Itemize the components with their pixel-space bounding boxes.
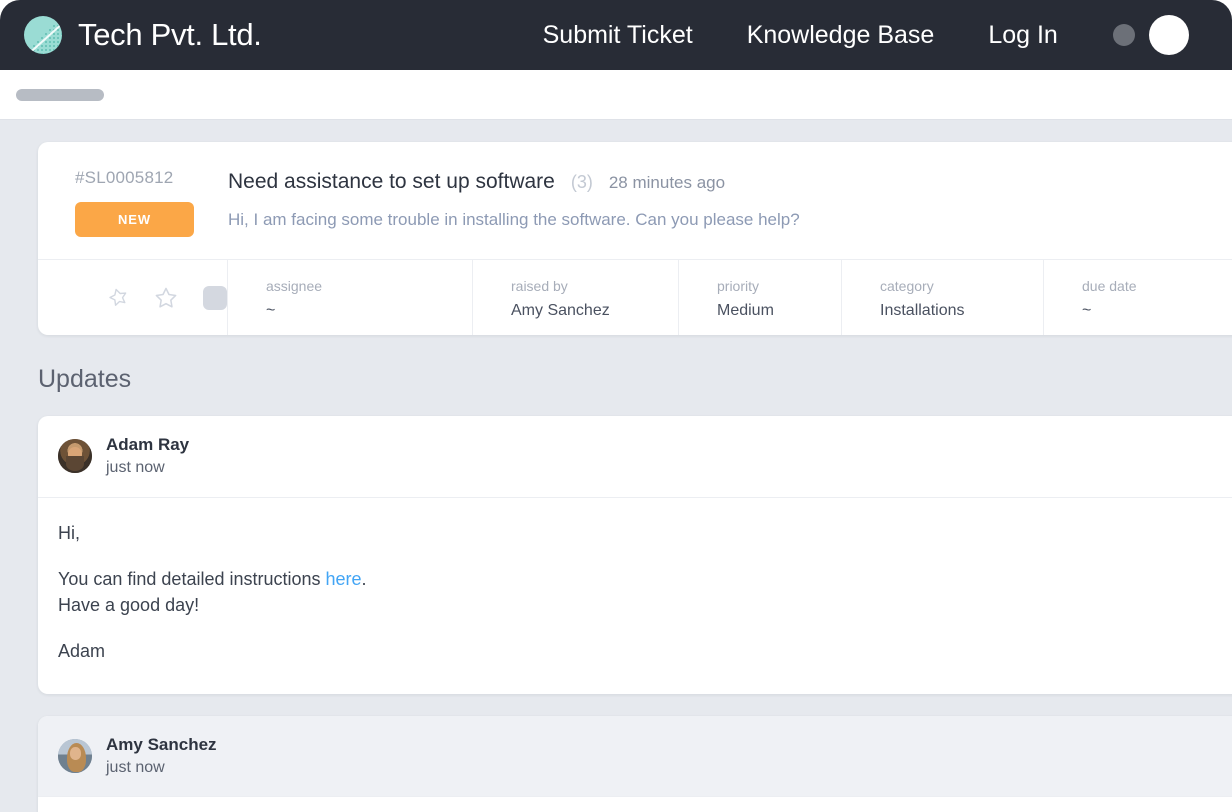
ticket-actions: [38, 260, 228, 335]
update-author: Amy Sanchez: [106, 734, 217, 754]
update-header: Amy Sanchez just now: [38, 715, 1232, 798]
meta-category[interactable]: category Installations: [842, 260, 1044, 335]
meta-label-category: category: [880, 278, 934, 294]
update-line-1: You can find detailed instructions here.: [58, 566, 1232, 592]
star-icon[interactable]: [153, 285, 179, 311]
ticket-description: Hi, I am facing some trouble in installi…: [228, 210, 800, 229]
nav-log-in[interactable]: Log In: [988, 21, 1058, 50]
placeholder-skeleton[interactable]: [203, 285, 227, 310]
meta-label-assignee: assignee: [266, 278, 323, 294]
ticket-meta-row: assignee ~ raised by Amy Sanchez priorit…: [38, 259, 1232, 335]
page-content: #SL0005812 NEW Need assistance to set up…: [0, 120, 1232, 812]
ticket-card: #SL0005812 NEW Need assistance to set up…: [38, 142, 1232, 335]
update-author: Adam Ray: [106, 435, 190, 454]
list-item: Adam Ray just now Hi, You can find detai…: [38, 416, 1232, 694]
update-line-1-before: You can find detailed instructions: [58, 568, 326, 589]
breadcrumb-bar: [0, 70, 1232, 120]
updates-heading: Updates: [38, 365, 132, 393]
logo-dots: [24, 16, 62, 54]
meta-value-due-date: ~: [1082, 302, 1092, 319]
meta-raised-by[interactable]: raised by Amy Sanchez: [473, 260, 679, 335]
meta-value-category: Installations: [880, 302, 965, 319]
update-line-1-after: .: [361, 568, 367, 589]
meta-due-date[interactable]: due date ~: [1044, 260, 1232, 335]
ticket-header: #SL0005812 NEW Need assistance to set up…: [38, 142, 1232, 259]
breadcrumb[interactable]: [16, 88, 104, 101]
nav-knowledge-base[interactable]: Knowledge Base: [747, 21, 935, 50]
pin-icon[interactable]: [104, 285, 129, 311]
meta-value-assignee: ~: [266, 302, 276, 319]
list-item: Amy Sanchez just now Hi,: [38, 715, 1232, 812]
ticket-main: Need assistance to set up software (3) 2…: [228, 168, 800, 237]
update-header: Adam Ray just now: [38, 416, 1232, 498]
avatar-adam-ray[interactable]: [58, 439, 92, 474]
nav-submit-ticket[interactable]: Submit Ticket: [543, 21, 693, 50]
app-window: Tech Pvt. Ltd. Submit Ticket Knowledge B…: [0, 0, 1232, 812]
status-badge[interactable]: NEW: [75, 202, 194, 237]
meta-label-raised-by: raised by: [511, 278, 568, 294]
update-author-block: Adam Ray just now: [106, 434, 189, 479]
notification-dot-icon[interactable]: [1112, 24, 1135, 46]
page-title[interactable]: Need assistance to set up software: [228, 170, 555, 194]
ticket-reply-count: (3): [570, 172, 593, 192]
nav-right-group: [1112, 15, 1189, 55]
meta-priority[interactable]: priority Medium: [679, 260, 842, 335]
brand-name: Tech Pvt. Ltd.: [78, 17, 262, 52]
update-timestamp: just now: [106, 758, 165, 776]
update-line-2: Have a good day!: [58, 594, 200, 615]
meta-value-priority: Medium: [717, 302, 774, 319]
meta-assignee[interactable]: assignee ~: [228, 260, 473, 335]
brand[interactable]: Tech Pvt. Ltd.: [24, 16, 262, 54]
primary-nav: Submit Ticket Knowledge Base Log In: [543, 21, 1058, 50]
update-body: Hi,: [38, 797, 1232, 812]
update-greeting: Hi,: [58, 522, 80, 543]
circle-logo-icon: [24, 16, 62, 54]
ticket-id: #SL0005812: [75, 168, 174, 187]
avatar[interactable]: [1148, 15, 1189, 55]
update-signature: Adam: [58, 640, 106, 661]
update-timestamp: just now: [106, 458, 165, 476]
meta-label-due-date: due date: [1082, 278, 1137, 294]
ticket-timestamp: 28 minutes ago: [608, 173, 726, 192]
meta-label-priority: priority: [717, 278, 760, 294]
meta-value-raised-by: Amy Sanchez: [511, 302, 610, 319]
avatar-face: [70, 747, 82, 760]
avatar-amy-sanchez[interactable]: [58, 739, 92, 774]
instructions-link[interactable]: here: [326, 569, 362, 589]
ticket-title-row: Need assistance to set up software (3) 2…: [228, 170, 800, 194]
avatar-beard: [66, 456, 84, 471]
top-navigation-bar: Tech Pvt. Ltd. Submit Ticket Knowledge B…: [0, 0, 1232, 70]
update-body: Hi, You can find detailed instructions h…: [38, 498, 1232, 694]
update-author-block: Amy Sanchez just now: [106, 734, 217, 779]
ticket-id-column: #SL0005812 NEW: [38, 168, 228, 237]
